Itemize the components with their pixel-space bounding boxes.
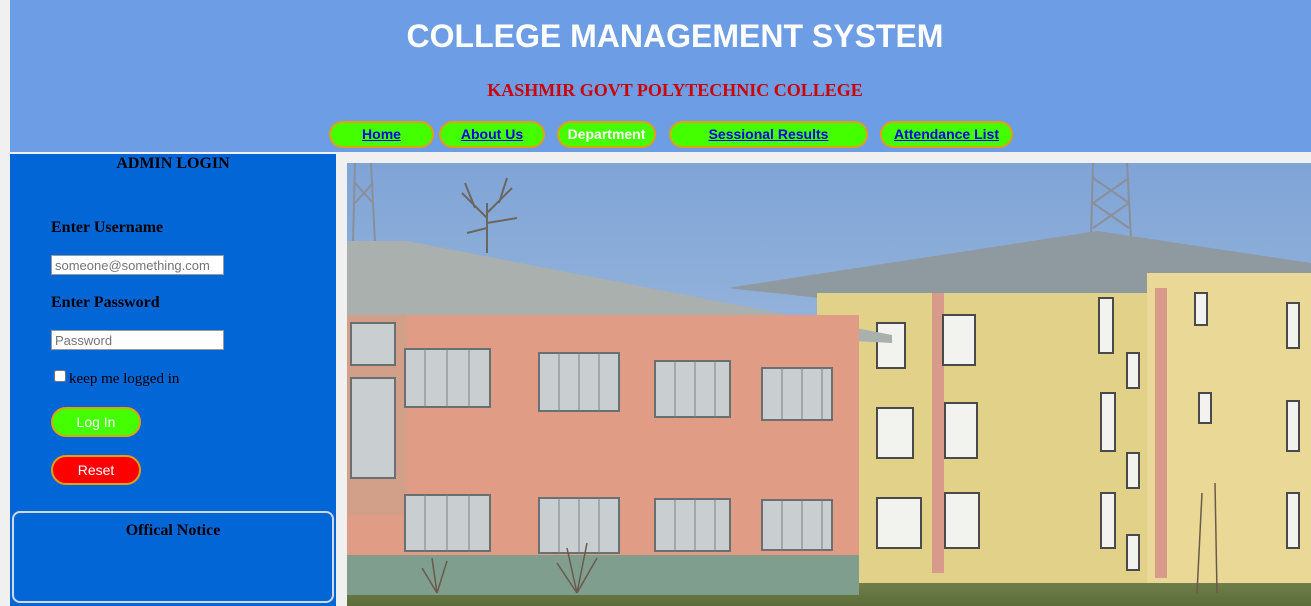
site-title: COLLEGE MANAGEMENT SYSTEM: [406, 18, 944, 54]
nav-sessional-results-link[interactable]: Sessional Results: [669, 121, 868, 148]
nav-department-link[interactable]: Department: [557, 121, 656, 148]
password-label: Enter Password: [51, 294, 160, 311]
page: COLLEGE MANAGEMENT SYSTEM KASHMIR GOVT P…: [0, 0, 1311, 606]
reset-button[interactable]: Reset: [51, 455, 141, 485]
remember-me-label: keep me logged in: [69, 371, 180, 387]
nav-home-link[interactable]: Home: [329, 121, 434, 148]
official-notice-panel: Offical Notice: [12, 511, 334, 603]
login-sidebar: ADMIN LOGIN Enter Username Enter Passwor…: [10, 154, 336, 606]
login-button[interactable]: Log In: [51, 407, 141, 437]
admin-login-heading: ADMIN LOGIN: [116, 155, 230, 172]
remember-me[interactable]: keep me logged in: [54, 370, 179, 388]
remember-me-checkbox[interactable]: [54, 370, 66, 382]
nav-attendance-list-link[interactable]: Attendance List: [880, 121, 1013, 148]
college-building-photo: [347, 163, 1311, 606]
username-label: Enter Username: [51, 219, 164, 236]
site-header: COLLEGE MANAGEMENT SYSTEM KASHMIR GOVT P…: [10, 0, 1311, 152]
username-input[interactable]: [51, 255, 224, 275]
password-input[interactable]: [51, 330, 224, 350]
nav-about-us-link[interactable]: About Us: [439, 121, 545, 148]
college-name: KASHMIR GOVT POLYTECHNIC COLLEGE: [487, 80, 863, 100]
official-notice-heading: Offical Notice: [125, 522, 221, 539]
